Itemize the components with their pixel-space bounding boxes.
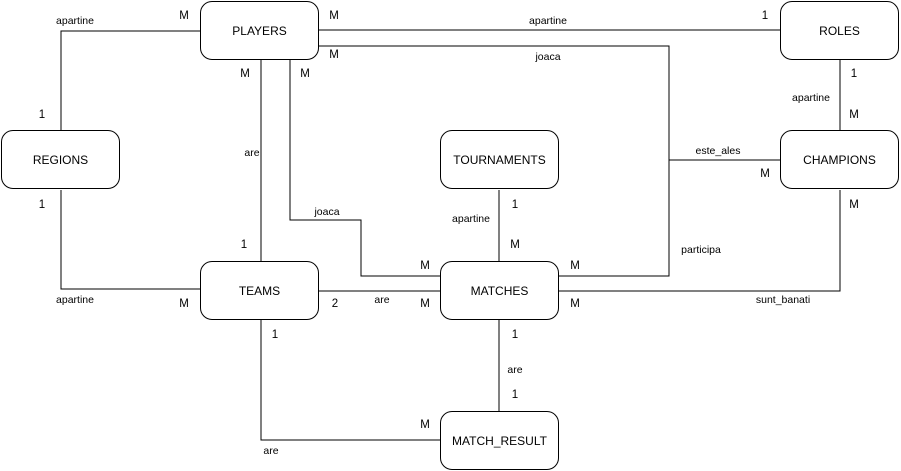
connector-players-matches-joaca	[289, 60, 440, 277]
cardinality-regions-players-players: M	[179, 10, 189, 22]
cardinality-tournaments-matches-matches: M	[510, 239, 520, 251]
entity-players[interactable]: PLAYERS	[200, 1, 319, 60]
cardinality-regions-players-regions: 1	[38, 109, 46, 121]
cardinality-matches-match-result-result: 1	[511, 389, 519, 401]
relation-label-teams-matches: are	[373, 294, 391, 306]
relation-label-regions-players: apartine	[55, 15, 95, 27]
connector-regions-players	[60, 30, 200, 130]
entity-match-result[interactable]: MATCH_RESULT	[440, 411, 559, 470]
cardinality-roles-champions-champions: M	[849, 109, 859, 121]
relation-label-players-teams: are	[243, 147, 261, 159]
relation-label-players-matches: joaca	[313, 206, 341, 218]
relation-label-teams-match-result: are	[262, 445, 280, 457]
cardinality-sunt-banati-matches: M	[570, 298, 580, 310]
cardinality-teams-matches-matches: M	[420, 298, 430, 310]
relation-label-sunt-banati: sunt_banati	[754, 294, 812, 306]
cardinality-players-matches-matches: M	[420, 260, 430, 272]
entity-teams[interactable]: TEAMS	[200, 261, 319, 320]
connector-regions-teams	[60, 190, 200, 290]
relation-label-matches-match-result: are	[506, 364, 524, 376]
cardinality-players-teams-players: M	[240, 68, 250, 80]
cardinality-roles-champions-roles: 1	[850, 68, 858, 80]
cardinality-este-ales-champions: M	[760, 168, 770, 180]
entity-regions[interactable]: REGIONS	[1, 130, 120, 189]
relation-label-players-roles: apartine	[528, 15, 568, 27]
relation-label-tournaments-matches: apartine	[451, 213, 491, 225]
cardinality-tournaments-matches-tournaments: 1	[511, 199, 519, 211]
relation-label-este-ales: este_ales	[694, 145, 742, 157]
cardinality-regions-teams-regions: 1	[38, 199, 46, 211]
relation-label-players-joaca-top: joaca	[534, 51, 562, 63]
relation-label-regions-teams: apartine	[55, 294, 95, 306]
cardinality-players-roles-players: M	[329, 10, 339, 22]
cardinality-participa-matches: M	[570, 260, 580, 272]
entity-roles[interactable]: ROLES	[780, 1, 899, 60]
relation-label-roles-champions: apartine	[791, 92, 831, 104]
relation-label-participa: participa	[680, 244, 722, 256]
er-diagram-connectors	[60, 29, 841, 441]
cardinality-players-joaca-top: M	[329, 49, 339, 61]
entity-matches[interactable]: MATCHES	[440, 261, 559, 320]
entity-tournaments[interactable]: TOURNAMENTS	[440, 130, 559, 189]
entity-champions[interactable]: CHAMPIONS	[780, 130, 899, 189]
cardinality-teams-match-result-result: M	[420, 419, 430, 431]
cardinality-regions-teams-teams: M	[179, 298, 189, 310]
cardinality-teams-match-result-teams: 1	[271, 329, 279, 341]
cardinality-players-matches-players: M	[300, 68, 310, 80]
cardinality-teams-matches-teams: 2	[331, 298, 339, 310]
cardinality-players-roles-roles: 1	[761, 10, 769, 22]
cardinality-players-teams-teams: 1	[240, 239, 248, 251]
cardinality-sunt-banati-champions: M	[849, 199, 859, 211]
connector-teams-match-result	[260, 320, 440, 441]
cardinality-matches-match-result-matches: 1	[511, 329, 519, 341]
